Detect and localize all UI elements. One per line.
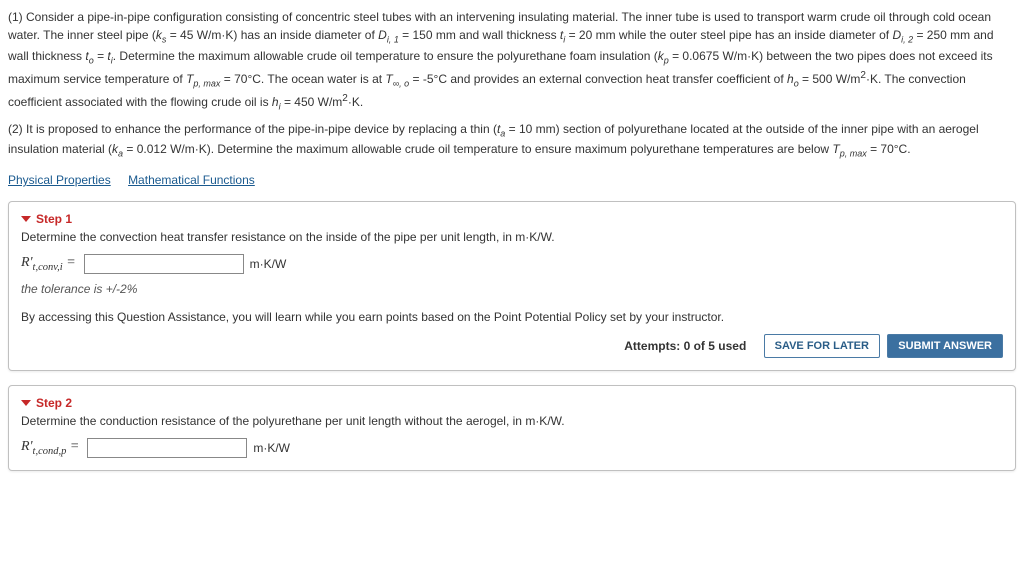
- step-1-variable: R't,conv,i =: [21, 255, 76, 273]
- step-1-input[interactable]: [84, 254, 244, 274]
- step-2-header[interactable]: Step 2: [21, 396, 1003, 410]
- step-1-attempts: Attempts: 0 of 5 used: [624, 339, 746, 353]
- problem-statement: (1) Consider a pipe-in-pipe configuratio…: [8, 8, 1016, 161]
- chevron-down-icon: [21, 400, 31, 406]
- step-1-box: Step 1 Determine the convection heat tra…: [8, 201, 1016, 371]
- step-1-header[interactable]: Step 1: [21, 212, 1003, 226]
- step-1-unit: m·K/W: [250, 257, 287, 271]
- link-physical-properties[interactable]: Physical Properties: [8, 173, 111, 187]
- problem-part-1: (1) Consider a pipe-in-pipe configuratio…: [8, 8, 1016, 114]
- step-1-instruction: Determine the convection heat transfer r…: [21, 230, 1003, 244]
- step-1-label: Step 1: [36, 212, 72, 226]
- step-2-unit: m·K/W: [253, 441, 290, 455]
- step-2-input[interactable]: [87, 438, 247, 458]
- step-1-actions: Attempts: 0 of 5 used SAVE FOR LATER SUB…: [21, 334, 1003, 358]
- problem-part-2: (2) It is proposed to enhance the perfor…: [8, 120, 1016, 162]
- reference-links: Physical Properties Mathematical Functio…: [8, 173, 1016, 187]
- submit-answer-button[interactable]: SUBMIT ANSWER: [887, 334, 1003, 358]
- step-1-tolerance: the tolerance is +/-2%: [21, 282, 1003, 296]
- step-1-answer-row: R't,conv,i = m·K/W: [21, 254, 1003, 274]
- step-1-disclaimer: By accessing this Question Assistance, y…: [21, 310, 1003, 324]
- step-2-instruction: Determine the conduction resistance of t…: [21, 414, 1003, 428]
- step-2-label: Step 2: [36, 396, 72, 410]
- step-2-box: Step 2 Determine the conduction resistan…: [8, 385, 1016, 471]
- step-2-variable: R't,cond,p =: [21, 439, 79, 457]
- step-2-answer-row: R't,cond,p = m·K/W: [21, 438, 1003, 458]
- link-math-functions[interactable]: Mathematical Functions: [128, 173, 255, 187]
- save-for-later-button[interactable]: SAVE FOR LATER: [764, 334, 880, 358]
- chevron-down-icon: [21, 216, 31, 222]
